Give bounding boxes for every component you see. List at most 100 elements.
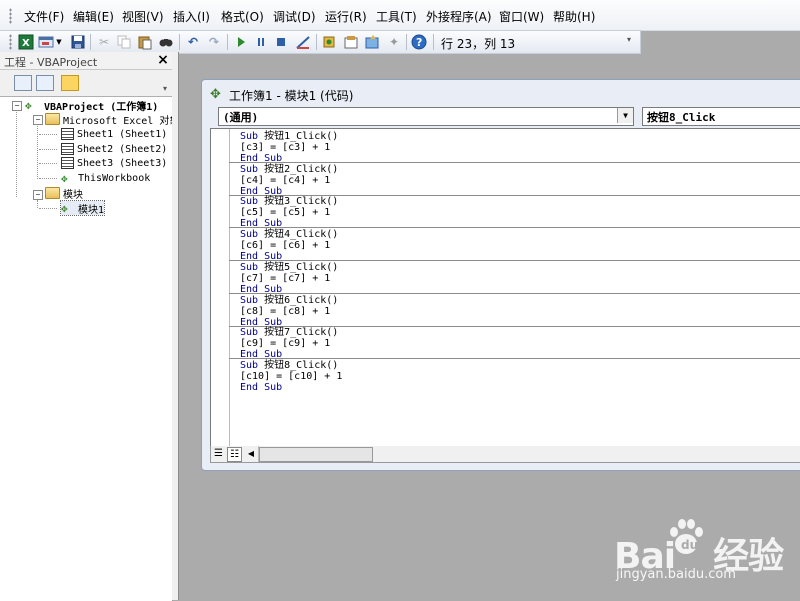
- menu-insert[interactable]: 插入(I): [173, 8, 210, 25]
- procedure-block[interactable]: Sub 按钮2_Click() [c4] = [c4] + 1 End Sub: [240, 164, 338, 197]
- code-line-body[interactable]: [c10] = [c10] + 1: [240, 371, 342, 382]
- keyword-sub: Sub: [240, 131, 259, 142]
- menubar-grip[interactable]: [9, 8, 12, 24]
- code-line-body[interactable]: [c4] = [c4] + 1: [240, 175, 338, 186]
- project-explorer-icon[interactable]: [321, 34, 337, 50]
- code-line-sub[interactable]: Sub 按钮8_Click(): [240, 360, 342, 371]
- collapse-icon[interactable]: −: [33, 115, 43, 125]
- project-explorer-title-bar: 工程 - VBAProject ×: [0, 52, 172, 70]
- procedure-view-icon[interactable]: ☰: [212, 447, 225, 460]
- design-mode-icon[interactable]: [295, 34, 311, 50]
- procedure-block[interactable]: Sub 按钮7_Click() [c9] = [c9] + 1 End Sub: [240, 327, 338, 360]
- close-icon[interactable]: ×: [156, 53, 170, 67]
- menu-debug[interactable]: 调试(D): [273, 8, 316, 25]
- reset-icon[interactable]: [273, 34, 289, 50]
- undo-icon[interactable]: ↶: [185, 34, 201, 50]
- menu-addins[interactable]: 外接程序(A): [426, 8, 492, 25]
- cut-icon[interactable]: ✂: [96, 34, 112, 50]
- standard-toolbar: X ▼ ✂ ↶ ↷ ✦ ? 行 23，列 13 ▾: [0, 30, 641, 54]
- tree-node-module1[interactable]: ✥ 模块1: [59, 200, 106, 216]
- chevron-down-icon[interactable]: ▾: [163, 84, 167, 93]
- run-icon[interactable]: [233, 34, 249, 50]
- code-line-body[interactable]: [c8] = [c8] + 1: [240, 306, 338, 317]
- menu-run[interactable]: 运行(R): [325, 8, 367, 25]
- procedure-block[interactable]: Sub 按钮8_Click() [c10] = [c10] + 1 End Sub: [240, 360, 342, 393]
- help-icon[interactable]: ?: [411, 34, 427, 50]
- redo-icon[interactable]: ↷: [206, 34, 222, 50]
- tree-node-excel-objects[interactable]: Microsoft Excel 对象: [45, 112, 179, 127]
- tree-node-sheet1[interactable]: Sheet1 (Sheet1): [61, 127, 167, 141]
- toolbox-icon[interactable]: ✦: [386, 34, 402, 50]
- procedure-block[interactable]: Sub 按钮3_Click() [c5] = [c5] + 1 End Sub: [240, 196, 338, 229]
- code-line-sub[interactable]: Sub 按钮4_Click(): [240, 229, 338, 240]
- chevron-down-icon[interactable]: ▼: [617, 108, 633, 123]
- tree-node-vbaproject[interactable]: ✥ VBAProject (工作簿1): [25, 98, 158, 113]
- code-line-sub[interactable]: Sub 按钮2_Click(): [240, 164, 338, 175]
- tree-node-label: Sheet1 (Sheet1): [77, 128, 168, 140]
- code-line-body[interactable]: [c6] = [c6] + 1: [240, 240, 338, 251]
- view-code-icon[interactable]: [14, 75, 32, 91]
- procedure-combo[interactable]: 按钮8_Click: [642, 107, 800, 126]
- object-combo[interactable]: (通用) ▼: [218, 107, 634, 126]
- insert-userform-icon[interactable]: [38, 34, 54, 50]
- code-window-title-bar: ✥ 工作簿1 - 模块1 (代码): [210, 86, 353, 104]
- menu-file[interactable]: 文件(F): [24, 8, 64, 25]
- toggle-folders-icon[interactable]: [61, 75, 79, 91]
- code-margin[interactable]: [211, 129, 230, 447]
- keyword-sub: Sub: [240, 163, 259, 175]
- scrollbar-thumb[interactable]: [259, 447, 373, 462]
- code-line-end-sub[interactable]: End Sub: [240, 382, 342, 393]
- find-icon[interactable]: [158, 34, 174, 50]
- module-icon: ✥: [210, 87, 221, 102]
- menu-edit[interactable]: 编辑(E): [73, 8, 114, 25]
- panel-splitter[interactable]: [172, 52, 179, 600]
- menu-format[interactable]: 格式(O): [221, 8, 264, 25]
- code-line-sub[interactable]: Sub 按钮5_Click(): [240, 262, 338, 273]
- menu-tools[interactable]: 工具(T): [376, 8, 417, 25]
- code-line-sub[interactable]: Sub 按钮7_Click(): [240, 327, 338, 338]
- tree-node-thisworkbook[interactable]: ✥ ThisWorkbook: [61, 171, 150, 185]
- scroll-left-icon[interactable]: ◀: [244, 446, 259, 462]
- properties-icon[interactable]: [343, 34, 359, 50]
- excel-icon[interactable]: X: [18, 34, 34, 50]
- procedure-block[interactable]: Sub 按钮5_Click() [c7] = [c7] + 1 End Sub: [240, 262, 338, 295]
- toolbar-options-icon[interactable]: ▾: [627, 35, 637, 51]
- tree-node-label: Sheet3 (Sheet3): [77, 157, 168, 169]
- menu-help[interactable]: 帮助(H): [553, 8, 595, 25]
- toolbar-grip[interactable]: [9, 34, 12, 50]
- code-line-body[interactable]: [c7] = [c7] + 1: [240, 273, 338, 284]
- code-line-body[interactable]: [c5] = [c5] + 1: [240, 207, 338, 218]
- menu-view[interactable]: 视图(V): [122, 8, 164, 25]
- tree-node-sheet3[interactable]: Sheet3 (Sheet3): [61, 156, 167, 170]
- chevron-down-icon[interactable]: ▼: [55, 34, 63, 50]
- horizontal-scrollbar[interactable]: ☰ ☷ ◀: [210, 446, 800, 463]
- project-explorer-title: 工程 - VBAProject: [4, 56, 98, 69]
- collapse-icon[interactable]: −: [12, 101, 22, 111]
- code-line-sub[interactable]: Sub 按钮6_Click(): [240, 295, 338, 306]
- procedure-block[interactable]: Sub 按钮6_Click() [c8] = [c8] + 1 End Sub: [240, 295, 338, 328]
- svg-text:X: X: [22, 38, 30, 49]
- baidu-jingyan-watermark: Bai 经验 du jingyan.baidu.com: [614, 515, 800, 600]
- full-module-view-icon[interactable]: ☷: [227, 447, 242, 462]
- tree-node-label: Sheet2 (Sheet2): [77, 143, 168, 155]
- break-icon[interactable]: [253, 34, 269, 50]
- view-object-icon[interactable]: [36, 75, 54, 91]
- menu-window[interactable]: 窗口(W): [499, 8, 544, 25]
- paste-icon[interactable]: [137, 34, 153, 50]
- collapse-icon[interactable]: −: [33, 190, 43, 200]
- tree-node-sheet2[interactable]: Sheet2 (Sheet2): [61, 142, 167, 156]
- save-icon[interactable]: [70, 34, 86, 50]
- code-line-body[interactable]: [c9] = [c9] + 1: [240, 338, 338, 349]
- code-line-sub[interactable]: Sub 按钮3_Click(): [240, 196, 338, 207]
- procedure-block[interactable]: Sub 按钮1_Click() [c3] = [c3] + 1 End Sub: [240, 131, 338, 164]
- svg-text:?: ?: [416, 36, 422, 49]
- keyword-sub: Sub: [240, 229, 259, 241]
- object-browser-icon[interactable]: [364, 34, 380, 50]
- copy-icon[interactable]: [116, 34, 132, 50]
- procedure-block[interactable]: Sub 按钮4_Click() [c6] = [c6] + 1 End Sub: [240, 229, 338, 262]
- tree-node-modules[interactable]: 模块: [45, 186, 83, 201]
- code-line-body[interactable]: [c3] = [c3] + 1: [240, 142, 338, 153]
- code-window: ✥ 工作簿1 - 模块1 (代码) (通用) ▼ 按钮8_Click Sub 按…: [201, 79, 800, 471]
- code-editor[interactable]: Sub 按钮1_Click() [c3] = [c3] + 1 End Sub Sub…: [210, 128, 800, 448]
- code-line-sub[interactable]: Sub 按钮1_Click(): [240, 131, 338, 142]
